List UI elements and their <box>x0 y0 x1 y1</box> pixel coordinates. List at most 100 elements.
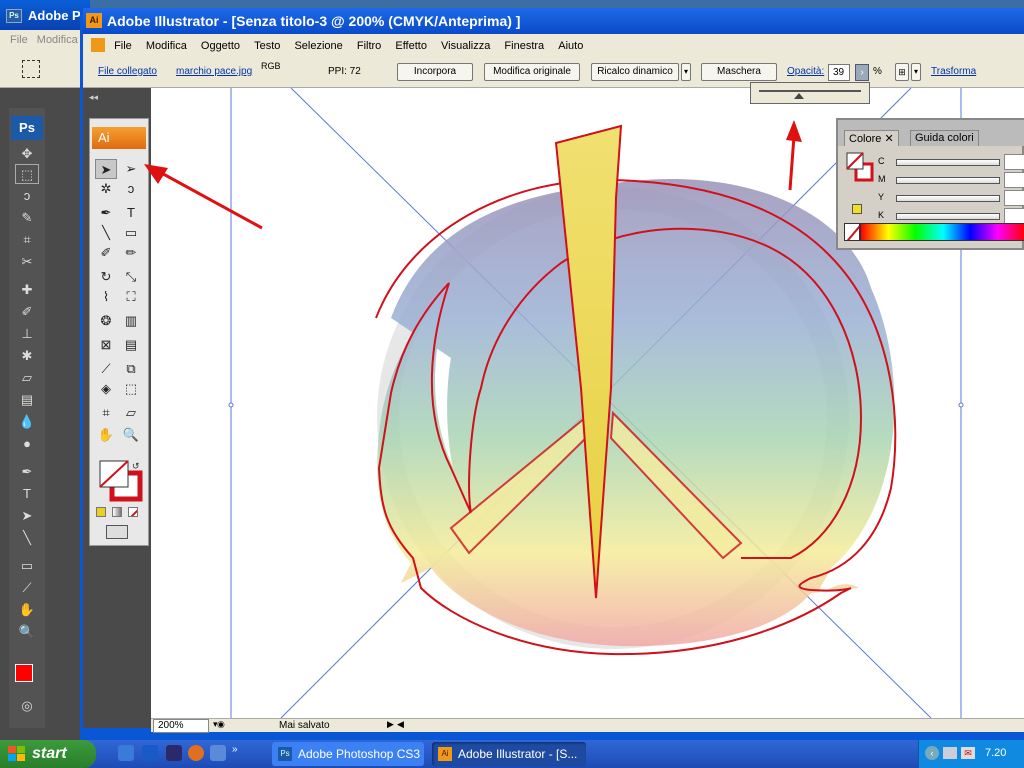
value-m[interactable] <box>1004 172 1024 188</box>
menu-modifica[interactable]: Modifica <box>146 40 187 52</box>
zoom-tool-icon[interactable]: 🔍 <box>120 425 142 445</box>
move-tool-icon[interactable]: ✥ <box>15 144 39 164</box>
firefox-icon[interactable] <box>188 745 204 761</box>
live-paint-selection-tool-icon[interactable]: ⬚ <box>120 379 142 399</box>
hand-tool-icon[interactable]: ✋ <box>95 425 117 445</box>
type-tool-icon[interactable]: T <box>15 484 39 504</box>
menu-visualizza[interactable]: Visualizza <box>441 40 490 52</box>
tab-guida-colori[interactable]: Guida colori <box>910 130 979 146</box>
eyedropper-tool-icon[interactable]: ⟋ <box>15 578 39 598</box>
free-transform-tool-icon[interactable]: ⛶ <box>120 287 142 307</box>
file-name-link[interactable]: marchio pace.jpg <box>176 66 252 77</box>
zoom-tool-icon[interactable]: 🔍 <box>15 622 39 642</box>
pen-tool-icon[interactable]: ✒ <box>15 462 39 482</box>
rotate-tool-icon[interactable]: ↻ <box>95 267 117 287</box>
warp-tool-icon[interactable]: ⌇ <box>95 287 117 307</box>
notes-tool-icon[interactable]: ▭ <box>15 556 39 576</box>
color-spectrum-bar[interactable] <box>860 223 1024 241</box>
slider-c[interactable]: C <box>878 154 1024 170</box>
photoshop-menu-bar[interactable]: File Modifica <box>0 30 90 52</box>
opacity-slider-thumb[interactable] <box>793 93 804 99</box>
status-arrow-icon[interactable]: ▶ <box>387 719 394 730</box>
live-trace-dropdown-icon[interactable]: ▾ <box>681 63 691 81</box>
slice-tool-icon[interactable]: ⌗ <box>95 403 117 423</box>
scale-tool-icon[interactable]: ⤡ <box>120 267 142 287</box>
collapse-dock-icon[interactable]: ◂◂ <box>89 92 98 103</box>
brush-tool-icon[interactable]: ✐ <box>15 302 39 322</box>
status-text[interactable]: Mai salvato <box>279 719 330 733</box>
line-tool-icon[interactable]: ╲ <box>15 528 39 548</box>
menu-aiuto[interactable]: Aiuto <box>558 40 583 52</box>
menu-testo[interactable]: Testo <box>254 40 280 52</box>
document-menu-icon[interactable] <box>91 38 105 52</box>
slider-k[interactable]: K <box>878 208 1024 224</box>
status-menu-icon[interactable]: ◉ <box>217 719 225 730</box>
marquee-tool-icon[interactable]: ⬚ <box>15 164 39 184</box>
edit-original-button[interactable]: Modifica originale <box>484 63 580 81</box>
illustrator-title-bar[interactable]: Ai Adobe Illustrator - [Senza titolo-3 @… <box>83 8 1024 34</box>
dodge-tool-icon[interactable]: ● <box>15 434 39 454</box>
quick-selection-tool-icon[interactable]: ✎ <box>15 208 39 228</box>
tab-colore[interactable]: Colore ✕ <box>844 130 899 146</box>
gradient-mode-button[interactable] <box>112 507 122 517</box>
messenger-icon[interactable] <box>210 745 226 761</box>
bar-c[interactable] <box>896 159 1000 166</box>
bar-k[interactable] <box>896 213 1000 220</box>
taskbar-photoshop-button[interactable]: Ps Adobe Photoshop CS3 <box>272 742 424 766</box>
linked-file-link[interactable]: File collegato <box>98 66 157 77</box>
taskbar-illustrator-button[interactable]: Ai Adobe Illustrator - [S... <box>432 742 586 766</box>
transform-link[interactable]: Trasforma <box>931 66 976 77</box>
pen-tool-icon[interactable]: ✒ <box>95 203 117 223</box>
selection-tool-icon[interactable]: ➤ <box>95 159 117 179</box>
scroll-left-icon[interactable]: ◀ <box>397 719 404 730</box>
menu-file[interactable]: File <box>114 40 132 52</box>
slider-m[interactable]: M <box>878 172 1024 188</box>
pencil-tool-icon[interactable]: ✏ <box>120 243 142 263</box>
history-brush-tool-icon[interactable]: ✱ <box>15 346 39 366</box>
align-icon[interactable]: ⊞ <box>895 63 909 81</box>
screen-mode-button[interactable] <box>106 525 128 539</box>
bar-m[interactable] <box>896 177 1000 184</box>
foreground-color-swatch[interactable] <box>15 664 33 682</box>
tray-expand-icon[interactable]: ‹ <box>925 746 939 760</box>
opacity-slider[interactable] <box>750 82 870 104</box>
fill-stroke-swatches[interactable]: ↺ <box>98 459 144 503</box>
eraser-tool-icon[interactable]: ▱ <box>15 368 39 388</box>
hand-tool-icon[interactable]: ✋ <box>15 600 39 620</box>
gradient-tool-icon[interactable]: ▤ <box>15 390 39 410</box>
panel-fill-stroke-icon[interactable] <box>846 152 874 182</box>
marquee-preset-icon[interactable] <box>22 60 40 78</box>
menu-selezione[interactable]: Selezione <box>294 40 342 52</box>
direct-selection-tool-icon[interactable]: ➢ <box>120 159 142 179</box>
none-color-swatch[interactable] <box>844 223 860 241</box>
healing-brush-tool-icon[interactable]: ✚ <box>15 280 39 300</box>
none-mode-button[interactable] <box>128 507 138 517</box>
value-k[interactable] <box>1004 208 1024 224</box>
magic-wand-tool-icon[interactable]: ✲ <box>95 179 117 199</box>
bar-y[interactable] <box>896 195 1000 202</box>
opacity-arrow-icon[interactable]: › <box>855 64 869 81</box>
slice-tool-icon[interactable]: ✂ <box>15 252 39 272</box>
type-tool-icon[interactable]: T <box>120 203 142 223</box>
network-icon[interactable] <box>943 747 957 759</box>
quick-launch-app-icon[interactable] <box>166 745 182 761</box>
menu-effetto[interactable]: Effetto <box>395 40 427 52</box>
symbol-sprayer-tool-icon[interactable]: ❂ <box>95 311 117 331</box>
value-y[interactable] <box>1004 190 1024 206</box>
photoshop-title-bar[interactable]: Ps Adobe P <box>0 0 90 30</box>
internet-explorer-icon[interactable] <box>142 745 158 761</box>
align-dropdown-icon[interactable]: ▾ <box>911 63 921 81</box>
paintbrush-tool-icon[interactable]: ✐ <box>95 243 117 263</box>
menu-filtro[interactable]: Filtro <box>357 40 381 52</box>
menu-oggetto[interactable]: Oggetto <box>201 40 240 52</box>
slider-y[interactable]: Y <box>878 190 1024 206</box>
quick-mask-icon[interactable]: ◎ <box>15 696 39 716</box>
menu-finestra[interactable]: Finestra <box>504 40 544 52</box>
lasso-tool-icon[interactable]: ↄ <box>120 179 142 199</box>
start-button[interactable]: start <box>0 740 96 768</box>
live-trace-button[interactable]: Ricalco dinamico <box>591 63 679 81</box>
column-graph-tool-icon[interactable]: ▥ <box>120 311 142 331</box>
clone-stamp-tool-icon[interactable]: ⊥ <box>15 324 39 344</box>
eraser-tool-icon[interactable]: ▱ <box>120 403 142 423</box>
color-mode-button[interactable] <box>96 507 106 517</box>
